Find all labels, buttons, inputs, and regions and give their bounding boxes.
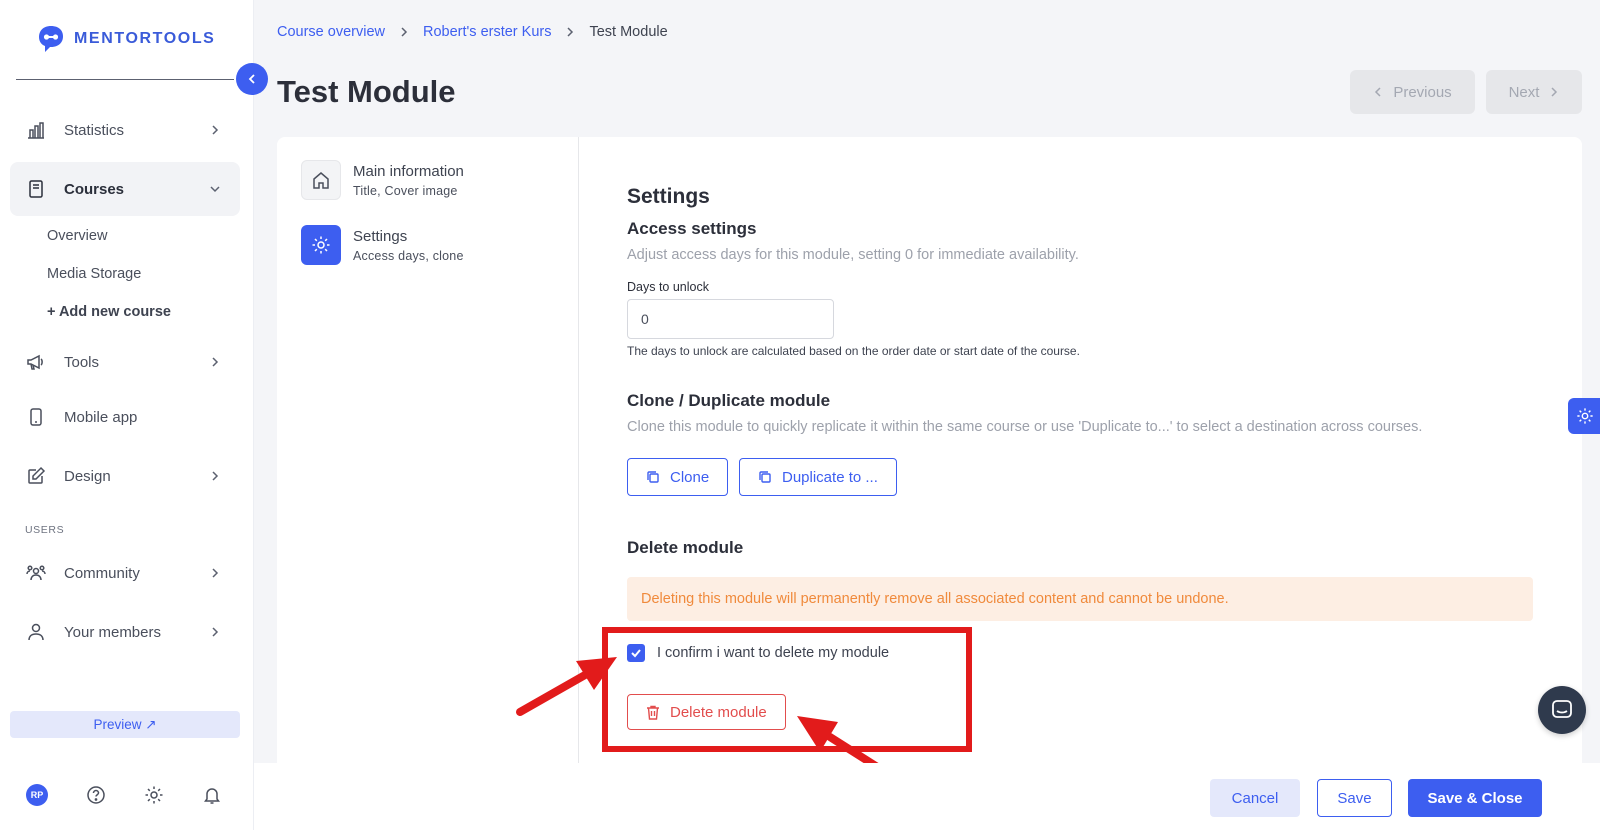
chevron-right-icon [212,627,219,637]
next-button[interactable]: Next [1486,70,1582,114]
duplicate-to-button[interactable]: Duplicate to ... [739,458,897,496]
breadcrumb: Course overview Robert's erster Kurs Tes… [277,24,668,40]
sidebar-subitem-overview[interactable]: Overview [47,228,107,244]
breadcrumb-course-overview[interactable]: Course overview [277,24,385,40]
sidebar-item-label: Your members [64,623,161,641]
sidebar-item-mobile-app[interactable]: Mobile app [10,390,240,444]
sidebar-divider [16,79,234,80]
sidebar-item-label: Mobile app [64,408,138,426]
megaphone-icon [26,352,46,372]
sidebar-item-label: Design [64,467,111,485]
sidebar: MENTORTOOLS Statistics Courses Overview … [0,0,254,830]
help-icon[interactable] [86,785,106,805]
tab-subtitle: Title, Cover image [353,183,458,198]
sidebar-subitem-add-course[interactable]: + Add new course [47,304,171,320]
annotation-highlight-box [602,627,972,752]
sidebar-item-label: Tools [64,353,100,371]
gear-icon [1577,408,1593,424]
pencil-icon [26,466,46,486]
chevron-left-icon [1375,87,1381,97]
floating-settings-button[interactable] [1568,398,1600,434]
people-icon [26,563,46,583]
user-icon [26,622,46,642]
logo-mark-icon [39,26,63,52]
cancel-button[interactable]: Cancel [1210,779,1300,817]
sidebar-item-design[interactable]: Design [10,449,240,503]
chevron-right-icon [212,568,219,578]
book-icon [26,179,46,199]
gear-icon [301,225,341,265]
page-title: Test Module [277,74,456,109]
preview-button[interactable]: Preview ↗ [10,711,240,738]
card-divider [578,137,579,763]
logo[interactable]: MENTORTOOLS [36,24,215,54]
tab-subtitle: Access days, clone [353,248,464,263]
clone-label: Clone [670,468,710,486]
chevron-right-icon [565,26,575,38]
chevron-left-icon [248,74,255,84]
breadcrumb-course[interactable]: Robert's erster Kurs [423,24,551,40]
sidebar-item-courses[interactable]: Courses [10,162,240,216]
home-icon [301,160,341,200]
sidebar-item-tools[interactable]: Tools [10,335,240,389]
sidebar-item-label: Statistics [64,121,125,139]
sidebar-item-community[interactable]: Community [10,546,240,600]
phone-icon [26,407,46,427]
save-button[interactable]: Save [1317,779,1392,817]
sidebar-item-label: Courses [64,180,125,198]
days-to-unlock-input[interactable] [627,299,834,339]
users-section-label: USERS [25,524,65,536]
tab-title: Main information [353,162,464,180]
duplicate-label: Duplicate to ... [782,468,878,486]
access-settings-title: Access settings [627,219,757,238]
delete-module-title: Delete module [627,538,744,557]
tab-title: Settings [353,227,408,245]
delete-warning: Deleting this module will permanently re… [627,577,1533,621]
chat-launcher-button[interactable] [1538,686,1586,734]
sidebar-item-statistics[interactable]: Statistics [10,103,240,157]
chat-icon [1552,700,1572,718]
clone-button[interactable]: Clone [627,458,729,496]
logo-text: MENTORTOOLS [74,30,216,47]
footer-actions: Cancel Save Save & Close [254,763,1600,830]
tab-settings[interactable]: Settings Access days, clone [301,225,464,265]
days-to-unlock-hint: The days to unlock are calculated based … [627,344,1080,358]
next-label: Next [1508,83,1540,101]
copy-icon [759,471,771,483]
chevron-right-icon [212,357,219,367]
save-close-button[interactable]: Save & Close [1408,779,1542,817]
chevron-right-icon [399,26,409,38]
access-settings-description: Adjust access days for this module, sett… [627,247,1079,263]
chevron-right-icon [212,125,219,135]
previous-button[interactable]: Previous [1350,70,1475,114]
collapse-sidebar-button[interactable] [236,63,268,95]
clone-title: Clone / Duplicate module [627,391,831,410]
breadcrumb-current: Test Module [589,24,668,40]
chevron-right-icon [1551,87,1558,97]
sidebar-item-label: Community [64,564,140,582]
settings-heading: Settings [627,185,710,208]
sidebar-footer: RP [26,784,222,806]
clone-description: Clone this module to quickly replicate i… [627,419,1423,435]
chevron-right-icon [212,471,219,481]
previous-label: Previous [1393,83,1452,101]
days-to-unlock-label: Days to unlock [627,280,709,294]
sidebar-item-your-members[interactable]: Your members [10,605,240,659]
chevron-down-icon [210,186,220,193]
gear-icon[interactable] [144,785,164,805]
avatar[interactable]: RP [26,784,48,806]
copy-icon [647,471,659,483]
bell-icon[interactable] [202,785,222,805]
sidebar-subitem-media-storage[interactable]: Media Storage [47,266,141,282]
tab-main-information[interactable]: Main information Title, Cover image [301,160,464,200]
bar-chart-icon [26,120,46,140]
